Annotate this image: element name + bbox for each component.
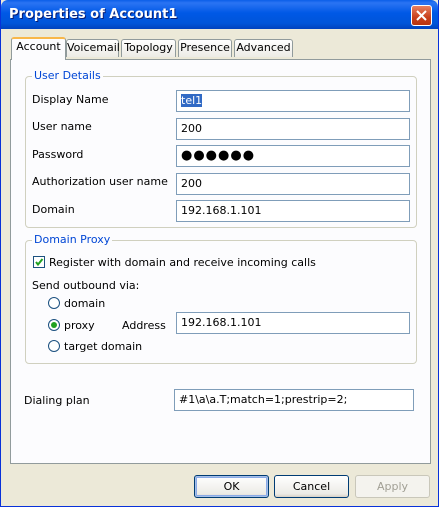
user-details-group: User Details Display Name tel1 User name…: [25, 69, 417, 228]
tab-voicemail[interactable]: Voicemail: [66, 39, 120, 57]
checkmark-icon: [35, 258, 44, 267]
address-label: Address: [122, 319, 166, 332]
tab-presence[interactable]: Presence: [178, 39, 232, 57]
properties-dialog: Properties of Account1 Account Voicemail…: [0, 0, 439, 507]
dialing-plan-label: Dialing plan: [24, 394, 90, 407]
domain-proxy-group: Domain Proxy Register with domain and re…: [25, 233, 417, 364]
address-field[interactable]: 192.168.1.101: [176, 312, 410, 334]
radio-target-domain[interactable]: [48, 340, 60, 352]
cancel-button[interactable]: Cancel: [274, 475, 349, 498]
user-details-legend: User Details: [32, 69, 103, 82]
title-bar[interactable]: Properties of Account1: [1, 0, 438, 29]
register-label[interactable]: Register with domain and receive incomin…: [49, 256, 316, 269]
display-name-value: tel1: [181, 94, 203, 107]
register-checkbox[interactable]: [33, 256, 45, 268]
password-field[interactable]: ●●●●●●: [176, 145, 410, 167]
window-title: Properties of Account1: [9, 7, 178, 22]
radio-proxy[interactable]: [48, 319, 60, 331]
radio-domain[interactable]: [48, 297, 60, 309]
domain-label: Domain: [32, 203, 75, 216]
display-name-label: Display Name: [32, 93, 109, 106]
auth-user-field[interactable]: 200: [176, 173, 410, 195]
tab-topology[interactable]: Topology: [121, 39, 176, 57]
close-icon: [416, 10, 427, 21]
dialing-plan-field[interactable]: #1\a\a.T;match=1;prestrip=2;: [174, 389, 414, 411]
display-name-field[interactable]: tel1: [176, 90, 410, 112]
domain-proxy-legend: Domain Proxy: [32, 233, 113, 246]
domain-field[interactable]: 192.168.1.101: [176, 200, 410, 222]
send-outbound-label: Send outbound via:: [32, 279, 140, 292]
tab-account[interactable]: Account: [11, 37, 66, 60]
radio-domain-label[interactable]: domain: [64, 297, 105, 310]
auth-user-label: Authorization user name: [32, 175, 168, 188]
ok-button[interactable]: OK: [194, 475, 269, 498]
close-button[interactable]: [411, 5, 432, 26]
apply-button[interactable]: Apply: [355, 475, 430, 498]
radio-target-domain-label[interactable]: target domain: [64, 340, 142, 353]
radio-proxy-label[interactable]: proxy: [64, 319, 95, 332]
tab-advanced[interactable]: Advanced: [234, 39, 293, 57]
user-name-field[interactable]: 200: [176, 118, 410, 140]
account-tab-panel: User Details Display Name tel1 User name…: [10, 59, 431, 464]
password-label: Password: [32, 148, 84, 161]
user-name-label: User name: [32, 120, 92, 133]
